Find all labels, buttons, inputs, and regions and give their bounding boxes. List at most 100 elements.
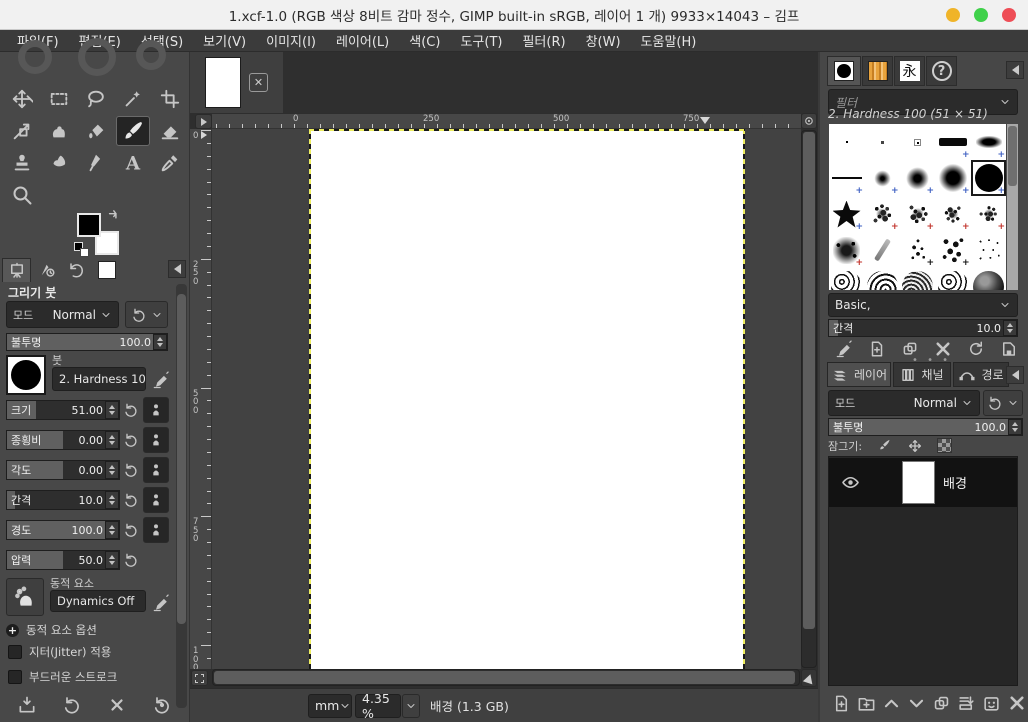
zoom-tool[interactable]	[5, 180, 39, 210]
collapse-dock-icon[interactable]	[168, 260, 186, 278]
unified-transform-tool[interactable]	[5, 116, 39, 146]
brush-preview[interactable]	[6, 355, 46, 395]
dynamics-link-button[interactable]	[143, 517, 169, 543]
refresh-brushes-icon[interactable]	[964, 338, 988, 360]
fonts-tab[interactable]: 永	[894, 56, 925, 86]
tool-options-tab[interactable]	[2, 258, 31, 282]
delete-layer-icon[interactable]	[1005, 691, 1028, 715]
move-tool[interactable]	[5, 84, 39, 114]
patterns-tab[interactable]	[862, 56, 893, 86]
brush-item[interactable]	[900, 124, 935, 160]
brush-item[interactable]: +	[971, 160, 1006, 196]
delete-preset-icon[interactable]	[104, 692, 130, 718]
brush-group-dropdown[interactable]: Basic,	[828, 293, 1018, 317]
dynamics-link-button[interactable]	[143, 457, 169, 483]
minimize-light[interactable]	[946, 8, 960, 22]
text-tool[interactable]: A	[116, 148, 150, 178]
menu-item-9[interactable]: 필터(R)	[513, 30, 574, 51]
brush-item[interactable]: +	[900, 160, 935, 196]
zoom-light[interactable]	[974, 8, 988, 22]
brush-grid-scrollbar[interactable]	[1007, 124, 1018, 290]
canvas-viewport[interactable]	[212, 129, 801, 669]
brush-item[interactable]	[971, 268, 1006, 290]
reset-icon[interactable]	[122, 400, 140, 420]
종횡비-slider[interactable]: 종횡비0.00	[6, 430, 120, 450]
menu-item-4[interactable]: 보기(V)	[194, 30, 255, 51]
bucket-fill-tool[interactable]	[79, 116, 113, 146]
close-light[interactable]	[1002, 8, 1016, 22]
horizontal-scrollbar[interactable]	[212, 669, 800, 686]
horizontal-scrollbar-thumb[interactable]	[214, 671, 795, 684]
undo-history-tab[interactable]	[62, 258, 91, 282]
brush-item[interactable]: +	[900, 232, 935, 268]
spinner[interactable]	[105, 551, 119, 569]
brush-item[interactable]	[865, 124, 900, 160]
layer-opacity-slider[interactable]: 불투명100.0	[828, 418, 1023, 436]
open-brush-as-image-icon[interactable]	[997, 338, 1021, 360]
checkbox-box[interactable]	[8, 670, 22, 684]
reset-icon[interactable]	[122, 430, 140, 450]
brush-item[interactable]: +	[900, 196, 935, 232]
vertical-ruler[interactable]: 02 5 05 0 07 5 01 0 0 0	[190, 129, 212, 669]
lower-layer-icon[interactable]	[905, 691, 928, 715]
opacity-slider[interactable]: 불투명100.0	[6, 333, 168, 351]
zoom-level-field[interactable]: 4.35 %	[355, 694, 401, 718]
brush-item[interactable]: +	[936, 124, 971, 160]
brush-name-field[interactable]: 2. Hardness 100	[52, 367, 146, 391]
help-tab[interactable]: ?	[926, 56, 957, 86]
checkbox-1[interactable]: 지터(Jitter) 적용	[8, 644, 111, 660]
raise-layer-icon[interactable]	[880, 691, 903, 715]
clone-tool[interactable]	[5, 148, 39, 178]
edit-brush-icon[interactable]	[832, 338, 856, 360]
reset-icon[interactable]	[122, 550, 140, 570]
new-brush-icon[interactable]	[865, 338, 889, 360]
rectangle-select-tool[interactable]	[42, 84, 76, 114]
new-layer-icon[interactable]	[830, 691, 853, 715]
crop-tool[interactable]	[153, 84, 187, 114]
merge-layer-icon[interactable]	[955, 691, 978, 715]
vertical-scrollbar-thumb[interactable]	[803, 132, 815, 629]
checkbox-2[interactable]: 부드러운 스트로크	[8, 669, 117, 685]
tool-options-scrollbar[interactable]	[176, 284, 187, 708]
brush-item[interactable]: +	[936, 160, 971, 196]
lock-paint-icon[interactable]	[876, 437, 893, 454]
크기-slider[interactable]: 크기51.00	[6, 400, 120, 420]
brush-grid[interactable]: +++++++++++++++	[829, 124, 1006, 290]
smudge-tool[interactable]	[42, 148, 76, 178]
brush-item[interactable]: +	[971, 196, 1006, 232]
reset-icon[interactable]	[122, 490, 140, 510]
brush-item[interactable]: +	[936, 196, 971, 232]
spinner[interactable]	[105, 401, 119, 419]
dynamics-link-button[interactable]	[143, 397, 169, 423]
spinner[interactable]	[105, 491, 119, 509]
channels-tab[interactable]: 채널	[893, 362, 951, 387]
collapse-dock-icon[interactable]	[1006, 61, 1024, 79]
dynamics-link-button[interactable]	[143, 487, 169, 513]
spinner[interactable]	[1008, 419, 1022, 435]
각도-slider[interactable]: 각도0.00	[6, 460, 120, 480]
brush-item[interactable]: +	[865, 196, 900, 232]
spinner[interactable]	[105, 521, 119, 539]
layer-row[interactable]: 배경	[829, 458, 1017, 507]
images-tab[interactable]	[92, 258, 121, 282]
menu-item-7[interactable]: 색(C)	[400, 30, 449, 51]
경도-slider[interactable]: 경도100.0	[6, 520, 120, 540]
device-status-tab[interactable]	[32, 258, 61, 282]
new-group-icon[interactable]	[855, 691, 878, 715]
spinner[interactable]	[153, 334, 167, 350]
canvas-image[interactable]	[311, 130, 743, 669]
layer-name[interactable]: 배경	[943, 473, 967, 492]
brush-item[interactable]: +	[936, 232, 971, 268]
edit-brush-icon[interactable]	[150, 369, 172, 391]
navigation-button[interactable]	[801, 669, 817, 687]
swap-colors-icon[interactable]	[106, 208, 123, 225]
duplicate-layer-icon[interactable]	[930, 691, 953, 715]
spinner[interactable]	[105, 461, 119, 479]
close-image-icon[interactable]: ✕	[249, 73, 268, 92]
free-select-tool[interactable]	[79, 84, 113, 114]
reset-icon[interactable]	[122, 460, 140, 480]
brush-item[interactable]: +	[829, 160, 864, 196]
paintbrush-tool[interactable]	[116, 116, 150, 146]
paint-mode-dropdown[interactable]: 모드 Normal	[6, 301, 119, 328]
spinner[interactable]	[105, 431, 119, 449]
